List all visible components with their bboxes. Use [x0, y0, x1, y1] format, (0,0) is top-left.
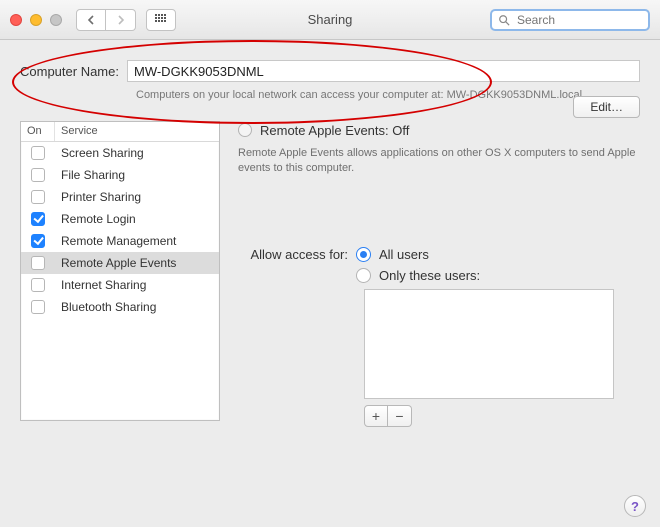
- services-header: On Service: [21, 122, 219, 142]
- show-all-button[interactable]: [146, 9, 176, 31]
- titlebar: Sharing: [0, 0, 660, 40]
- chevron-left-icon: [87, 15, 95, 25]
- forward-button[interactable]: [106, 9, 136, 31]
- chevron-right-icon: [117, 15, 125, 25]
- search-field[interactable]: [490, 9, 650, 31]
- close-window-button[interactable]: [10, 14, 22, 26]
- service-checkbox[interactable]: [31, 278, 45, 292]
- service-label: Internet Sharing: [55, 278, 219, 292]
- opt-all-users-label: All users: [379, 247, 429, 262]
- status-indicator-icon: [238, 123, 252, 137]
- services-body: Screen Sharing File Sharing Printer Sharin…: [21, 142, 219, 420]
- service-label: Remote Management: [55, 234, 219, 248]
- window-controls: [10, 14, 62, 26]
- service-checkbox[interactable]: [31, 190, 45, 204]
- status-description: Remote Apple Events allows applications …: [238, 146, 640, 177]
- remove-user-button[interactable]: −: [388, 405, 412, 427]
- zoom-window-button: [50, 14, 62, 26]
- computer-name-section: Computer Name: Computers on your local n…: [0, 40, 660, 103]
- service-label: Printer Sharing: [55, 190, 219, 204]
- computer-name-label: Computer Name:: [20, 64, 119, 79]
- service-row[interactable]: Remote Management: [21, 230, 219, 252]
- service-checkbox[interactable]: [31, 300, 45, 314]
- computer-name-subtext: Computers on your local network can acce…: [136, 88, 640, 103]
- service-label: Remote Login: [55, 212, 219, 226]
- back-button[interactable]: [76, 9, 106, 31]
- service-checkbox[interactable]: [31, 146, 45, 160]
- service-row[interactable]: Remote Apple Events: [21, 252, 219, 274]
- service-label: Remote Apple Events: [55, 256, 219, 270]
- service-checkbox[interactable]: [31, 256, 45, 270]
- service-label: Screen Sharing: [55, 146, 219, 160]
- service-label: Bluetooth Sharing: [55, 300, 219, 314]
- user-list-buttons: + −: [364, 405, 640, 427]
- opt-only-users-label: Only these users:: [379, 268, 480, 283]
- radio-all-users[interactable]: [356, 247, 371, 262]
- service-row[interactable]: Screen Sharing: [21, 142, 219, 164]
- service-row[interactable]: Bluetooth Sharing: [21, 296, 219, 318]
- radio-only-these-users[interactable]: [356, 268, 371, 283]
- search-icon: [498, 14, 510, 26]
- computer-name-input[interactable]: [127, 60, 640, 82]
- main-content: On Service Screen Sharing File Sharing Pri…: [0, 103, 660, 427]
- access-label: Allow access for:: [238, 247, 348, 262]
- nav-buttons: [76, 9, 136, 31]
- status-title: Remote Apple Events: Off: [260, 123, 409, 138]
- service-label: File Sharing: [55, 168, 219, 182]
- minimize-window-button[interactable]: [30, 14, 42, 26]
- col-on-header[interactable]: On: [21, 122, 55, 141]
- service-row[interactable]: File Sharing: [21, 164, 219, 186]
- edit-button[interactable]: Edit…: [573, 96, 640, 118]
- service-checkbox[interactable]: [31, 168, 45, 182]
- service-row[interactable]: Remote Login: [21, 208, 219, 230]
- access-section: Allow access for: All users Only these u…: [238, 247, 640, 427]
- allowed-users-list[interactable]: [364, 289, 614, 399]
- services-table: On Service Screen Sharing File Sharing Pri…: [20, 121, 220, 421]
- service-row[interactable]: Internet Sharing: [21, 274, 219, 296]
- service-checkbox[interactable]: [31, 212, 45, 226]
- help-button[interactable]: ?: [624, 495, 646, 517]
- service-detail: Remote Apple Events: Off Remote Apple Ev…: [238, 121, 640, 427]
- grid-icon: [155, 14, 167, 26]
- add-user-button[interactable]: +: [364, 405, 388, 427]
- service-row[interactable]: Printer Sharing: [21, 186, 219, 208]
- col-service-header[interactable]: Service: [55, 122, 219, 141]
- search-input[interactable]: [515, 12, 642, 28]
- service-checkbox[interactable]: [31, 234, 45, 248]
